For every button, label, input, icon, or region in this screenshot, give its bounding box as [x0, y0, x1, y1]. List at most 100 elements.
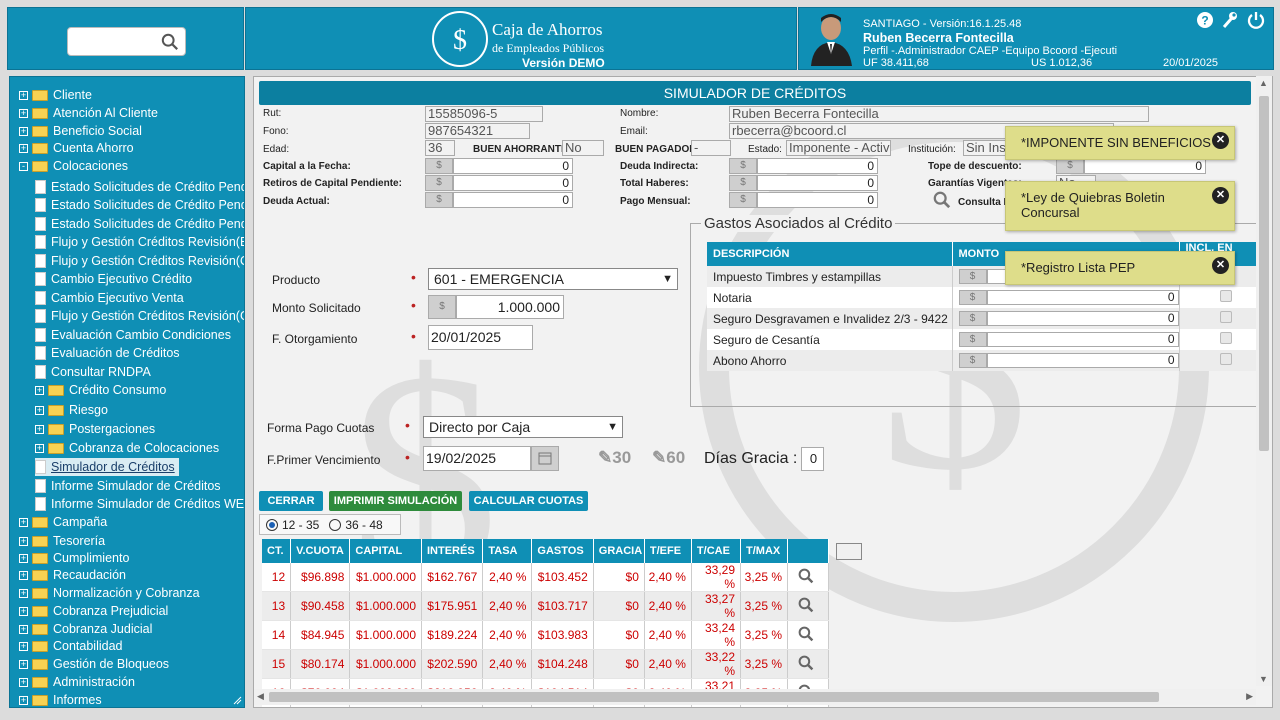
expand-icon[interactable]: +	[19, 641, 28, 651]
horizontal-scrollbar[interactable]: ◀ ▶	[254, 689, 1256, 705]
search-icon[interactable]	[798, 597, 814, 613]
forma-pago-select[interactable]: Directo por Caja ▼	[423, 416, 623, 438]
expand-icon[interactable]: +	[19, 517, 28, 527]
sidebar-item[interactable]: + Riesgo	[35, 401, 108, 419]
table-row[interactable]: 12 $96.898 $1.000.000 $162.767 2,40 % $103.45…	[262, 563, 829, 592]
search-icon[interactable]	[933, 191, 951, 209]
close-icon[interactable]: ✕	[1212, 257, 1229, 274]
table-row[interactable]: 17$72.331$1.000.000$229.6162,40 %$104.77…	[262, 708, 829, 709]
sidebar-item[interactable]: Flujo y Gestión Créditos Revisión(Eje	[35, 233, 244, 251]
gastos-monto[interactable]: 0	[986, 353, 1179, 368]
sidebar-item[interactable]: + Postergaciones	[35, 420, 155, 438]
sidebar-item[interactable]: Informe Simulador de Créditos	[35, 477, 221, 495]
calendar-icon[interactable]	[531, 446, 559, 471]
sidebar-item[interactable]: + Cumplimiento	[19, 549, 129, 567]
producto-select[interactable]: 601 - EMERGENCIA ▼	[428, 268, 678, 290]
search-icon[interactable]	[798, 655, 814, 671]
expand-icon[interactable]: +	[19, 143, 28, 153]
expand-icon[interactable]: +	[19, 108, 28, 118]
range-radio-selected[interactable]	[266, 518, 278, 531]
sidebar-item[interactable]: Simulador de Créditos	[35, 458, 179, 476]
sidebar-item[interactable]: + Recaudación	[19, 566, 126, 584]
close-icon[interactable]: ✕	[1212, 187, 1229, 204]
help-icon[interactable]: ?	[1195, 11, 1215, 31]
expand-icon[interactable]: +	[19, 553, 28, 563]
sidebar-item[interactable]: + Tesorería	[19, 532, 105, 550]
range-radio[interactable]	[329, 518, 342, 531]
table-row[interactable]: 15 $80.174 $1.000.000 $202.590 2,40 % $104.24…	[262, 649, 829, 679]
sidebar-item[interactable]: Cambio Ejecutivo Venta	[35, 289, 184, 307]
sidebar-item[interactable]: Cambio Ejecutivo Crédito	[35, 270, 192, 288]
expand-icon[interactable]: +	[19, 624, 28, 634]
sidebar-item[interactable]: + Normalización y Cobranza	[19, 584, 200, 602]
expand-icon[interactable]: +	[19, 677, 28, 687]
table-row[interactable]: 14 $84.945 $1.000.000 $189.224 2,40 % $103.98…	[262, 620, 829, 650]
table-row[interactable]: 13 $90.458 $1.000.000 $175.951 2,40 % $103.71…	[262, 591, 829, 621]
monto-input[interactable]: $1.000.000	[428, 295, 564, 319]
sidebar-item[interactable]: Estado Solicitudes de Crédito Pendie	[35, 178, 244, 196]
sidebar-item[interactable]: + Gestión de Bloqueos	[19, 655, 169, 673]
sidebar-item[interactable]: Flujo y Gestión Créditos Revisión(Glo	[35, 307, 244, 325]
otorgamiento-input[interactable]: 20/01/2025	[428, 325, 533, 350]
resize-grip-icon[interactable]	[232, 695, 242, 705]
expand-icon[interactable]: +	[35, 385, 44, 395]
sidebar-item[interactable]: Evaluación de Créditos	[35, 344, 180, 362]
expand-icon[interactable]: +	[19, 695, 28, 705]
sidebar-item[interactable]: + Contabilidad	[19, 637, 123, 655]
sidebar-item[interactable]: + Informes	[19, 691, 102, 707]
search-input[interactable]	[67, 27, 186, 56]
dias-gracia-input[interactable]: 0	[801, 447, 824, 471]
expand-icon[interactable]: +	[19, 606, 28, 616]
expand-icon[interactable]: +	[19, 659, 28, 669]
consulta-label[interactable]: Consulta D	[958, 197, 1011, 208]
search-icon[interactable]	[161, 33, 179, 51]
sidebar-item[interactable]: + Cobranza Judicial	[19, 620, 152, 638]
sidebar-item[interactable]: - Colocaciones	[19, 157, 128, 175]
option-30-button[interactable]: ✎30	[598, 448, 631, 468]
wrench-icon[interactable]	[1220, 11, 1240, 31]
power-icon[interactable]	[1246, 11, 1266, 31]
expand-icon[interactable]: +	[19, 570, 28, 580]
collapse-icon[interactable]: -	[19, 161, 28, 171]
sidebar-item[interactable]: Estado Solicitudes de Crédito Pendie	[35, 196, 244, 214]
sidebar-item[interactable]: + Administración	[19, 673, 135, 691]
incluir-checkbox[interactable]	[1219, 311, 1232, 323]
search-icon[interactable]	[798, 626, 814, 642]
scroll-left-icon[interactable]: ◀	[257, 691, 264, 702]
gastos-monto[interactable]: 0	[986, 290, 1179, 305]
scroll-down-icon[interactable]: ▼	[1259, 674, 1268, 684]
sidebar-item[interactable]: + Cobranza de Colocaciones	[35, 439, 219, 457]
imprimir-button[interactable]: IMPRIMIR SIMULACIÓN	[329, 491, 462, 511]
scroll-up-icon[interactable]: ▲	[1259, 78, 1268, 88]
sidebar-item[interactable]: Consultar RNDPA	[35, 363, 151, 381]
scroll-thumb[interactable]	[1259, 96, 1269, 451]
close-icon[interactable]: ✕	[1212, 132, 1229, 149]
gastos-monto[interactable]: 0	[986, 311, 1179, 326]
expand-icon[interactable]: +	[19, 588, 28, 598]
sidebar-item[interactable]: + Crédito Consumo	[35, 381, 166, 399]
sidebar-item[interactable]: + Cuenta Ahorro	[19, 139, 134, 157]
export-button[interactable]	[836, 543, 862, 560]
scroll-thumb[interactable]	[269, 692, 1159, 702]
vertical-scrollbar[interactable]: ▲ ▼	[1256, 76, 1272, 686]
sidebar-item[interactable]: Evaluación Cambio Condiciones	[35, 326, 231, 344]
expand-icon[interactable]: +	[19, 90, 28, 100]
incluir-checkbox[interactable]	[1219, 353, 1232, 365]
expand-icon[interactable]: +	[35, 405, 44, 415]
incluir-checkbox[interactable]	[1219, 332, 1232, 344]
sidebar-item[interactable]: Informe Simulador de Créditos WEB	[35, 495, 244, 513]
incluir-checkbox[interactable]	[1219, 290, 1232, 302]
expand-icon[interactable]: +	[35, 424, 44, 434]
search-icon[interactable]	[798, 568, 814, 584]
sidebar-item[interactable]: + Cliente	[19, 86, 92, 104]
primer-venc-input[interactable]: 19/02/2025	[423, 446, 531, 471]
cerrar-button[interactable]: CERRAR	[259, 491, 323, 511]
option-60-button[interactable]: ✎60	[652, 448, 685, 468]
expand-icon[interactable]: +	[35, 443, 44, 453]
sidebar-item[interactable]: Estado Solicitudes de Crédito Pendie	[35, 215, 244, 233]
expand-icon[interactable]: +	[19, 126, 28, 136]
sidebar-item[interactable]: + Atención Al Cliente	[19, 104, 158, 122]
expand-icon[interactable]: +	[19, 536, 28, 546]
gastos-monto[interactable]: 0	[986, 332, 1179, 347]
sidebar-item[interactable]: + Campaña	[19, 513, 107, 531]
